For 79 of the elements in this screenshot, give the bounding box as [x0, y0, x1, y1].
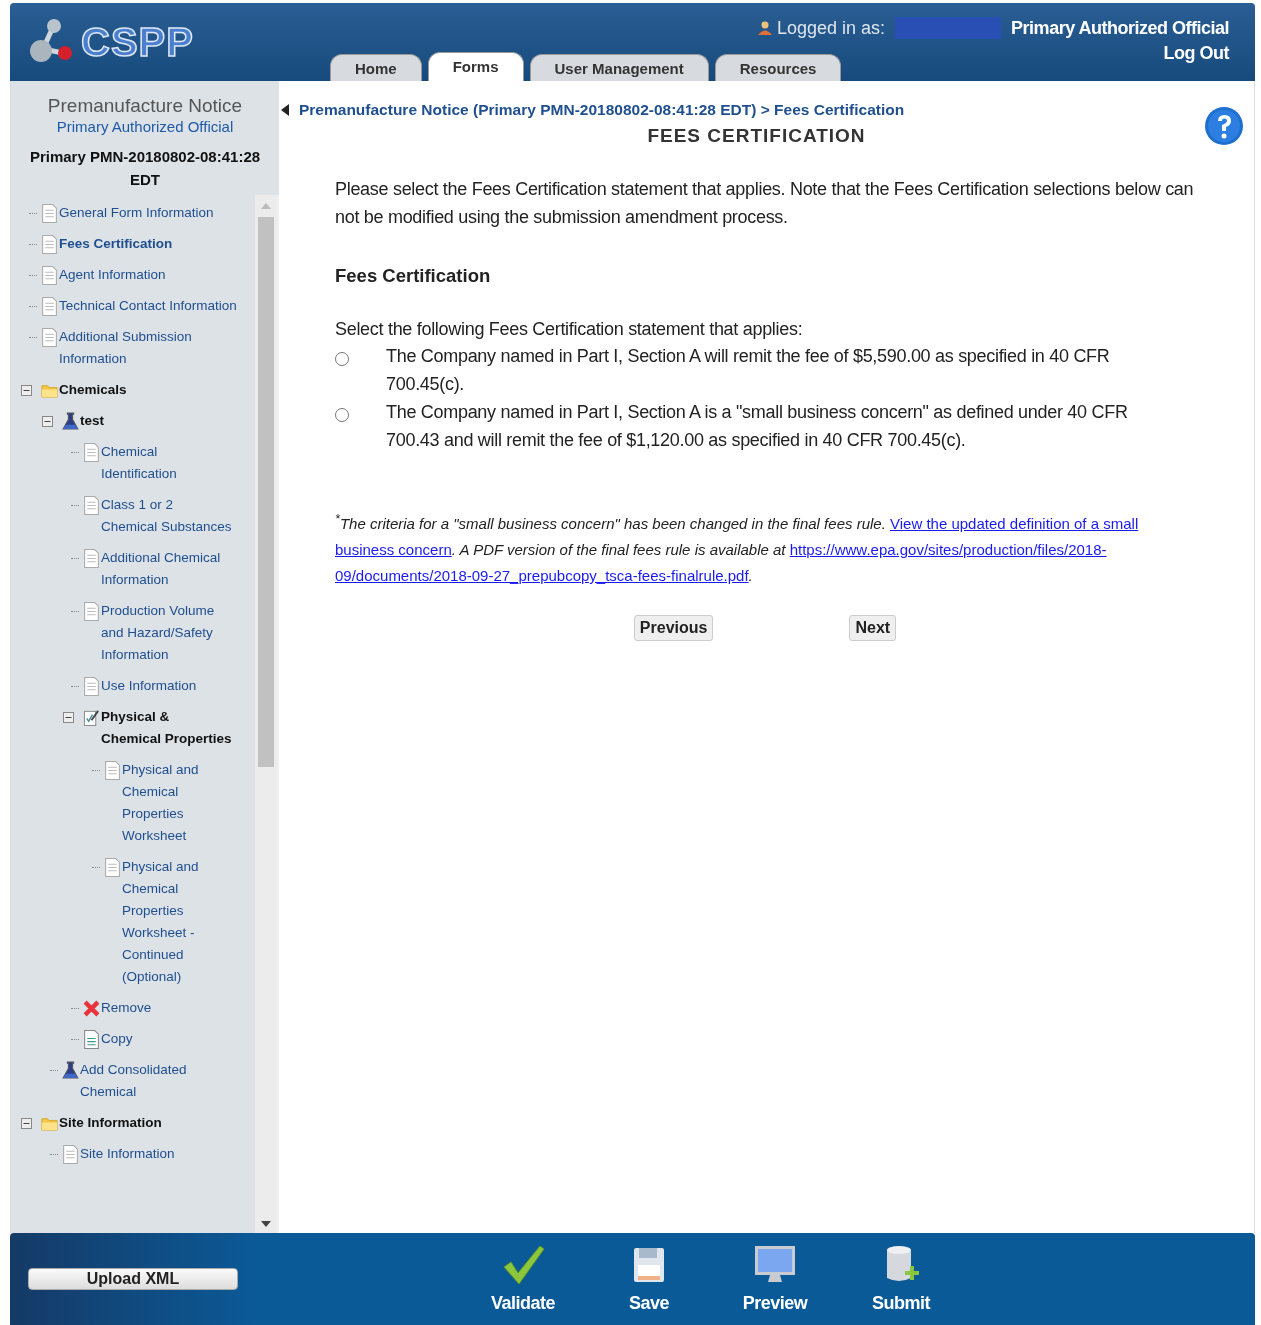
- logout-link[interactable]: Log Out: [1163, 43, 1229, 64]
- tree-item[interactable]: Copy: [101, 1028, 133, 1050]
- nav-tab[interactable]: Forms: [427, 52, 524, 81]
- collapse-icon[interactable]: [63, 711, 74, 723]
- close-icon: [83, 999, 100, 1018]
- radio-button[interactable]: [335, 408, 349, 422]
- tree-item[interactable]: Physical & Chemical Properties: [101, 706, 233, 750]
- action-label[interactable]: Preview: [742, 1293, 808, 1314]
- tree-item[interactable]: Class 1 or 2 Chemical Substances: [101, 494, 233, 538]
- form-title: Premanufacture Notice: [46, 95, 244, 117]
- scrollbar[interactable]: [255, 195, 277, 1233]
- upload-button[interactable]: Upload XML: [28, 1268, 238, 1290]
- tree-item[interactable]: Site Information: [80, 1143, 175, 1165]
- breadcrumb[interactable]: Premanufacture Notice (Primary PMN-20180802-08:41:28 EDT) > Fees Certification: [299, 101, 905, 119]
- document-icon: [83, 677, 100, 696]
- action-label[interactable]: Submit: [872, 1293, 930, 1314]
- tree-item[interactable]: Production Volume and Hazard/Safety Information: [101, 600, 233, 666]
- collapse-sidebar-icon[interactable]: [281, 104, 289, 116]
- tree-item[interactable]: Additional Chemical Information: [101, 547, 233, 591]
- footnote-text: $^{*}$The criteria for a "small business concern" has been changed in the final fees rule. View the updated definition of a small business concern. A PDF version of the final fees rule is available at https://www.epa.gov/sites/production/files/2018- 09/documents/2018-09-27_prepubcopy_tsca-fees-finalrule.pdf.: [335, 511, 1140, 586]
- logged-in-label: Logged in as:: [777, 17, 886, 39]
- tree-item[interactable]: Use Information: [101, 675, 197, 697]
- nav-tab[interactable]: Home: [330, 54, 422, 81]
- document-icon: [41, 204, 58, 223]
- tree-item[interactable]: Additional Submission Information: [59, 326, 251, 370]
- document-icon: [104, 761, 121, 780]
- action-label[interactable]: Validate: [490, 1293, 555, 1314]
- flask-icon: [62, 412, 79, 431]
- link[interactable]: business concern: [335, 541, 452, 558]
- help-icon[interactable]: [1204, 106, 1244, 146]
- section-title: Fees Certification: [335, 265, 492, 287]
- tree-item[interactable]: Physical and Chemical Properties Worksheet - Continued (Optional): [122, 856, 214, 988]
- tree-item[interactable]: Remove: [101, 997, 152, 1019]
- user-role: Primary Authorized Official: [1011, 17, 1229, 39]
- link[interactable]: View the updated definition of a small: [890, 515, 1139, 532]
- document-icon: [41, 235, 58, 254]
- link[interactable]: 09/documents/2018-09-27_prepubcopy_tsca-fees-finalrule.pdf: [335, 567, 749, 584]
- collapse-icon[interactable]: [21, 384, 32, 396]
- nav-tab[interactable]: Resources: [714, 54, 842, 81]
- tree-item[interactable]: Chemical Identification: [101, 441, 233, 485]
- tree-item[interactable]: Add Consolidated Chemical: [80, 1059, 205, 1103]
- option-text: The Company named in Part I, Section A will remit the fee of $5,590.00 as specified in 40 CFR 700.45(c).: [386, 345, 1111, 396]
- document-icon: [41, 328, 58, 347]
- copy-icon: [83, 1030, 100, 1049]
- submission-name: Primary PMN-20180802-08:41:28 EDT: [28, 147, 262, 190]
- next-button[interactable]: Next: [849, 615, 897, 641]
- tree-item[interactable]: Technical Contact Information: [59, 295, 237, 317]
- document-icon: [41, 266, 58, 285]
- checklist-icon: [83, 708, 100, 727]
- nav-tab[interactable]: User Management: [529, 54, 709, 81]
- form-role: Primary Authorized Official: [55, 118, 235, 135]
- tree-item[interactable]: Physical and Chemical Properties Worksheet: [122, 759, 214, 847]
- option-text: The Company named in Part I, Section A is a "small business concern" as defined under 40 CFR 700.43 and will remit the fee of $1,120.00 as specified in 40 CFR 700.45(c).: [386, 401, 1129, 452]
- document-icon: [83, 496, 100, 515]
- action-label[interactable]: Save: [628, 1293, 669, 1314]
- collapse-icon[interactable]: [42, 415, 53, 427]
- document-icon: [83, 443, 100, 462]
- document-icon: [62, 1145, 79, 1164]
- user-icon: [757, 20, 773, 36]
- tree-item[interactable]: Site Information: [59, 1112, 162, 1134]
- tree-item[interactable]: General Form Information: [59, 202, 214, 224]
- radio-button[interactable]: [335, 352, 349, 366]
- flask-icon: [62, 1061, 79, 1080]
- document-icon: [104, 858, 121, 877]
- tree-item[interactable]: test: [80, 410, 104, 432]
- tree-item[interactable]: Chemicals: [59, 379, 127, 401]
- document-icon: [83, 549, 100, 568]
- document-icon: [83, 602, 100, 621]
- link[interactable]: https://www.epa.gov/sites/production/files/2018-: [789, 541, 1107, 558]
- page-title: FEES CERTIFICATION: [646, 125, 867, 147]
- logo-text: CSPP: [81, 19, 194, 65]
- previous-button[interactable]: Previous: [633, 615, 714, 641]
- document-icon: [41, 297, 58, 316]
- collapse-icon[interactable]: [21, 1117, 32, 1129]
- intro-text: Please select the Fees Certification statement that applies. Note that the Fees Certification selections below can not be modified using the submission amendment process.: [335, 178, 1195, 229]
- tree-item[interactable]: Fees Certification: [59, 233, 173, 255]
- tree-item[interactable]: Agent Information: [59, 264, 166, 286]
- checkmark-icon[interactable]: [501, 1243, 545, 1287]
- prompt-text: Select the following Fees Certification statement that applies:: [335, 319, 804, 340]
